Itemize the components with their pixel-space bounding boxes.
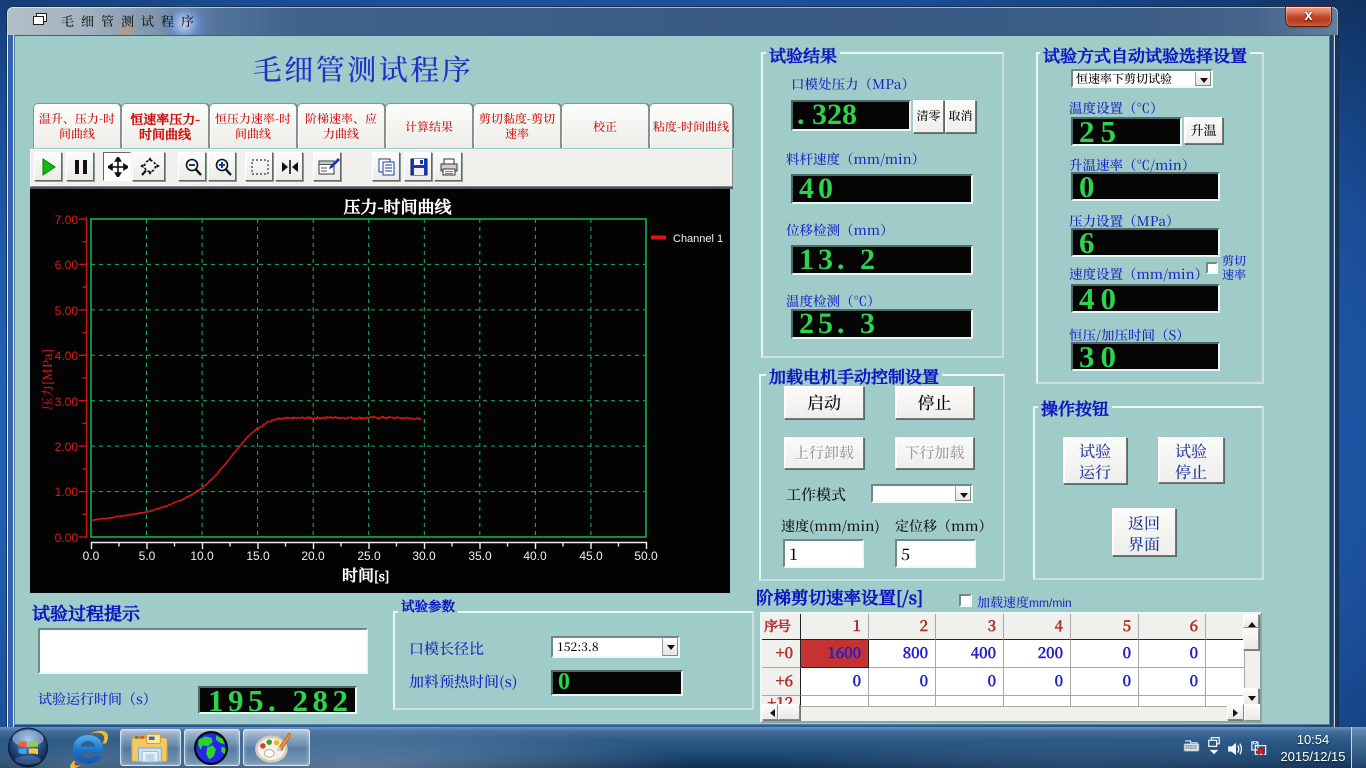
svg-text:Channel 1: Channel 1 [673,233,723,245]
